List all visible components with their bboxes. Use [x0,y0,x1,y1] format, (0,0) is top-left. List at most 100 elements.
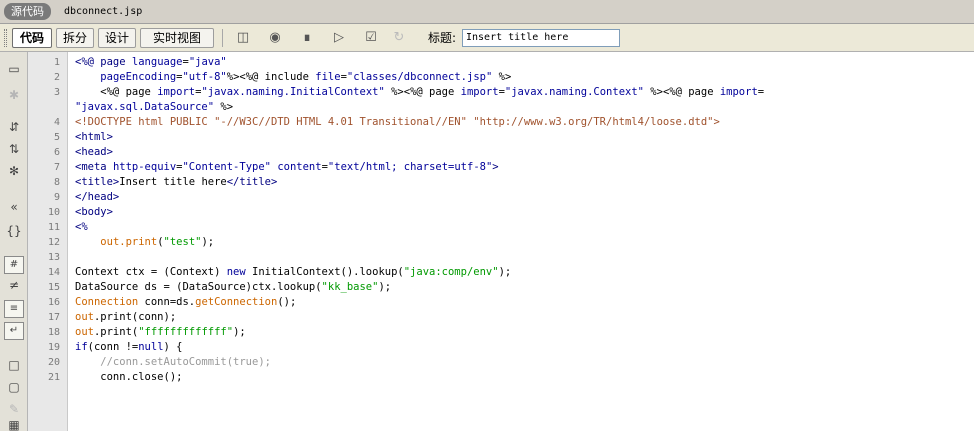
line-number: 7 [53,162,60,173]
code-token: conn.close(); [75,371,183,383]
highlight-invalid-icon[interactable]: ≠ [4,276,24,294]
code-line[interactable]: Connection conn=ds.getConnection(); [75,295,296,310]
code-line[interactable]: pageEncoding="utf-8"%><%@ include file="… [75,70,511,85]
code-view-button[interactable]: 代码 [12,28,52,48]
code-token: <head> [75,146,113,158]
code-token: InitialContext().lookup( [245,266,404,278]
expand-all-icon[interactable]: ✻ [4,162,24,180]
split-view-button[interactable]: 拆分 [56,28,94,48]
balance-braces-icon[interactable]: {} [4,222,24,240]
code-token: ); [378,281,392,293]
line-number: 1 [53,57,60,68]
apply-comment-icon[interactable]: □ [4,356,24,374]
code-token: ); [233,326,246,338]
collapse-selection-icon[interactable]: ⇅ [4,140,24,158]
line-number [28,100,60,115]
title-label: 标题: [428,31,457,45]
code-line[interactable]: <meta http-equiv="Content-Type" content=… [75,160,499,175]
code-line[interactable]: <html> [75,130,113,145]
collapse-full-tag-icon[interactable]: ⇵ [4,118,24,136]
code-line[interactable]: //conn.setAutoCommit(true); [75,355,271,370]
code-token: <%@ page [75,56,132,68]
code-token: file [315,71,341,83]
code-line[interactable]: conn.close(); [75,370,182,385]
line-number: 3 [53,87,60,98]
live-code-icon[interactable]: ◫ [230,28,256,48]
code-token: out.print [100,236,158,248]
toolbar-grip[interactable] [4,29,7,47]
multiscreen-icon[interactable]: ∎ [294,28,320,48]
live-view-button[interactable]: 实时视图 [140,28,214,48]
code-token: getConnection [195,296,278,308]
code-line[interactable]: <%@ page import="javax.naming.InitialCon… [75,85,764,100]
code-token: <% [75,221,88,233]
code-line[interactable]: <% [75,220,88,235]
code-token: "kk_base" [321,281,379,293]
code-editor[interactable]: <%@ page language="java" pageEncoding = "u… [68,52,974,431]
code-line[interactable]: DataSource ds = (DataSource)ctx.lookup("… [75,280,391,295]
code-line[interactable]: Context ctx = (Context) new InitialConte… [75,265,511,280]
line-number: 8 [53,177,60,188]
code-token: conn=ds. [138,296,196,308]
document-title-input[interactable]: Insert title here [462,29,620,47]
code-token: </head> [75,191,120,203]
show-code-navigator-icon[interactable]: ✱ [4,86,24,104]
line-number: 17 [47,312,60,323]
code-line[interactable]: <!DOCTYPE html PUBLIC "-//W3C//DTD HTML … [75,115,720,130]
code-line[interactable]: </head> [75,190,119,205]
code-line[interactable]: <body> [75,205,113,220]
code-line[interactable]: out.print(conn); [75,310,176,325]
code-token: <html> [75,131,113,143]
line-number: 10 [47,207,60,218]
code-token: "java:comp/env" [403,266,499,278]
related-file-tab[interactable]: dbconnect.jsp [64,4,142,20]
line-numbers-icon[interactable]: # [4,256,24,274]
remove-comment-icon[interactable]: ▢ [4,378,24,396]
select-parent-tag-icon[interactable]: « [4,198,24,216]
inspect-icon[interactable]: ◉ [262,28,288,48]
preview-icon[interactable]: ▷ [326,28,352,48]
code-token: %><%@ page [384,86,461,98]
code-token: "javax.sql.DataSource" [75,101,215,113]
word-wrap-icon[interactable]: ↵ [4,322,24,340]
code-line[interactable]: out.print("fffffffffffff"); [75,325,246,340]
source-code-tab[interactable]: 源代码 [4,3,51,20]
line-number: 4 [53,117,60,128]
code-token: http-equiv [112,161,177,173]
syntax-coloring-icon[interactable]: ≡ [4,300,24,318]
code-token: %> [492,71,512,83]
code-token: .print(conn); [93,311,177,323]
code-line[interactable]: "javax.sql.DataSource" %> [75,100,233,115]
code-token: %> [214,101,234,113]
refresh-icon[interactable]: ↻ [386,28,412,48]
code-token: out [75,326,94,338]
document-toolbar: 代码 拆分 设计 实时视图 ◫ ◉ ∎ ▷ ☑ ↻ 标题: Insert tit… [0,24,974,52]
line-number: 2 [53,72,60,83]
code-line[interactable]: <head> [75,145,113,160]
line-number: 19 [47,342,60,353]
code-token: ) { [163,341,183,353]
code-token: "java" [188,56,227,68]
line-number: 20 [47,357,60,368]
line-number: 11 [47,222,60,233]
recent-snippets-icon[interactable]: ▦ [4,416,24,431]
code-token: %><%@ page [643,86,720,98]
line-number: 6 [53,147,60,158]
code-line[interactable]: <title>Insert title here</title> [75,175,277,190]
code-token: DataSource ds = (DataSource)ctx.lookup( [75,281,322,293]
code-line[interactable]: out.print("test"); [75,235,214,250]
code-token: "test" [163,236,202,248]
code-token: if [75,341,88,353]
open-documents-icon[interactable]: ▭ [4,60,24,78]
validate-icon[interactable]: ☑ [358,28,384,48]
code-line[interactable]: if(conn !=null) { [75,340,183,355]
document-tab-bar: 源代码 dbconnect.jsp [0,0,974,24]
code-line[interactable]: <%@ page language="java" [75,55,227,70]
code-token: import [460,86,499,98]
code-token: <body> [75,206,113,218]
code-token: <%@ page [75,86,158,98]
line-number: 15 [47,282,60,293]
code-token: Insert title here [119,176,227,188]
design-view-button[interactable]: 设计 [98,28,136,48]
code-token: </title> [226,176,278,188]
